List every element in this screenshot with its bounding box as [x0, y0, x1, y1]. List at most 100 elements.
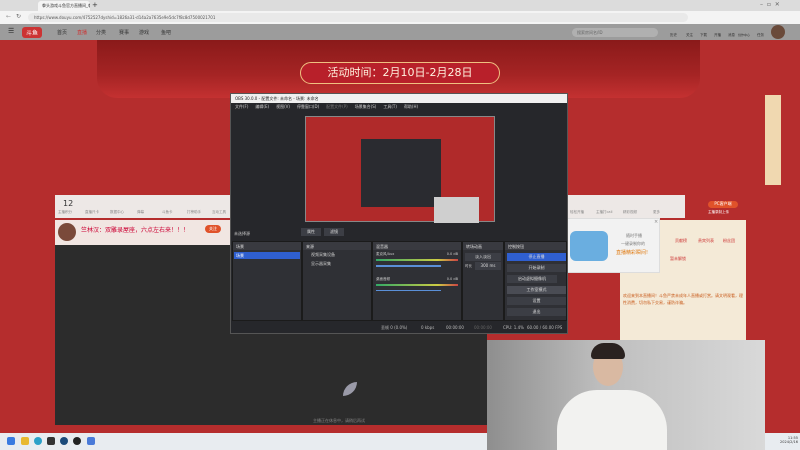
back-icon[interactable]: ← — [6, 13, 11, 20]
header-history[interactable]: 历史 — [670, 33, 677, 38]
duration-input[interactable]: 300 ms — [475, 262, 501, 270]
side-tab[interactable]: 粉丝团 — [723, 238, 735, 244]
header-download[interactable]: 下载 — [700, 33, 707, 38]
transition-select[interactable]: 淡入淡出 — [465, 253, 501, 261]
toolbar-item[interactable]: 精彩视频 — [623, 210, 637, 215]
menu-edit[interactable]: 编辑(E) — [255, 104, 269, 109]
menu-file[interactable]: 文件(F) — [235, 104, 248, 109]
status-rec-time: 00:00:00 — [474, 325, 492, 330]
douyu-header: ☰ 斗鱼 首页 直播 分类 赛事 游戏 鱼吧 历史 关注 下载 开播 消息 创作… — [0, 24, 800, 40]
menu-profile[interactable]: 配置文件(P) — [326, 104, 348, 109]
scene-item[interactable]: 场景 — [234, 252, 300, 259]
avatar[interactable] — [771, 25, 785, 39]
header-messages[interactable]: 消息 — [728, 33, 735, 38]
volume-slider[interactable] — [376, 289, 441, 291]
exit-button[interactable]: 退出 — [507, 308, 566, 316]
pc-client-sub: 主播录制上传 — [708, 210, 729, 214]
right-ad-strip[interactable] — [765, 95, 781, 185]
pc-client-button[interactable]: PC客户端 — [708, 201, 738, 208]
source-item[interactable]: 视频采集设备 — [303, 250, 371, 260]
offline-fish-icon — [343, 382, 357, 396]
obs-window: OBS 30.0.0 - 配置文件: 未命名 - 场景: 未命名 文件(F) 编辑… — [230, 93, 568, 334]
status-live-time: 00:00:00 — [446, 325, 464, 330]
system-tray[interactable]: 11:55 2024/2/16 — [765, 433, 800, 450]
controls-dock: 控制按钮 停止直播 开始录制 启动虚拟摄像机 工作室模式 设置 退出 — [504, 241, 567, 321]
header-tasks[interactable]: 任务 — [757, 33, 764, 38]
dock-title: 场景 — [233, 242, 301, 250]
menu-icon[interactable]: ☰ — [8, 27, 14, 35]
event-time: 活动时间：2月10日-2月28日 — [300, 62, 500, 84]
popup-highlight: 直播精彩瞬间! — [616, 250, 649, 256]
settings-button[interactable]: 设置 — [507, 297, 566, 305]
toolbar-item[interactable]: 直播尺卡 — [85, 210, 99, 215]
mixer-db: 0.0 dB — [446, 252, 458, 256]
close-icon[interactable]: × — [654, 219, 658, 225]
volume-meter — [376, 259, 458, 261]
menu-view[interactable]: 视图(V) — [276, 104, 290, 109]
virtual-camera-button[interactable]: 启动虚拟摄像机 — [507, 275, 557, 283]
menu-help[interactable]: 帮助(H) — [404, 104, 418, 109]
toolbar-item[interactable]: 轻松开播 — [570, 210, 584, 215]
dock-title: 来源 — [303, 242, 371, 250]
obs-icon[interactable] — [73, 437, 81, 445]
side-tab[interactable]: 贵宾列表 — [698, 238, 714, 244]
steam-icon[interactable] — [60, 437, 68, 445]
person-hair — [591, 343, 625, 359]
browser-tab[interactable]: 拳头游戏斗鱼官方直播间_拳头游戏 — [38, 1, 90, 11]
menu-scene-collection[interactable]: 场景集合(S) — [355, 104, 377, 109]
properties-button[interactable]: 属性 — [301, 228, 321, 236]
menu-tools[interactable]: 工具(T) — [383, 104, 397, 109]
source-item[interactable]: 显示器采集 — [303, 260, 371, 268]
toolbar-item[interactable]: 更多 — [653, 210, 660, 215]
obs-preview[interactable] — [305, 116, 495, 223]
start-recording-button[interactable]: 开始录制 — [507, 264, 566, 272]
start-icon[interactable] — [7, 437, 15, 445]
nav-esports[interactable]: 赛事 — [119, 29, 129, 36]
room-title: 竺林汉：双雕录屋座，六点左右来！！！ — [81, 227, 190, 234]
toolbar-item[interactable]: 斗鱼卡 — [162, 210, 173, 215]
streamer-avatar[interactable] — [58, 223, 76, 241]
obs-status-bar: 丢帧 0 (0.0%) 0 kbps 00:00:00 00:00:00 CPU… — [231, 322, 567, 332]
mixer-db: 0.0 dB — [446, 276, 458, 281]
toolbar-item[interactable]: 数据中心 — [110, 210, 124, 215]
nav-live[interactable]: 直播 — [77, 29, 87, 36]
toolbar-item[interactable]: 弹幕 — [137, 210, 144, 215]
toolbar-item[interactable]: 主播积分 — [58, 210, 72, 215]
toolbar-count: 12 — [63, 199, 74, 208]
edge-icon[interactable] — [34, 437, 42, 445]
toolbar-item[interactable]: 打榜助手 — [187, 210, 201, 215]
stop-streaming-button[interactable]: 停止直播 — [507, 253, 566, 261]
window-controls[interactable]: – ▫ ✕ — [760, 1, 780, 8]
obs-title: OBS 30.0.0 - 配置文件: 未命名 - 场景: 未命名 — [231, 94, 567, 103]
header-stream[interactable]: 开播 — [714, 33, 721, 38]
nav-fishbar[interactable]: 鱼吧 — [161, 29, 171, 36]
url-input[interactable]: https://www.douyu.com/4752527dyshid=1826… — [28, 13, 688, 22]
room-toolbar-right: 轻松开播 主播打call 精彩视频 更多 — [568, 195, 685, 218]
header-follow[interactable]: 关注 — [686, 33, 693, 38]
nav-category[interactable]: 分类 — [96, 29, 106, 36]
room-info: 竺林汉：双雕录屋座，六点左右来！！！ 关注 — [55, 220, 232, 245]
file-explorer-icon[interactable] — [21, 437, 29, 445]
nav-home[interactable]: 首页 — [57, 29, 67, 36]
header-creator[interactable]: 创作中心 — [738, 33, 750, 37]
mixer-channel-name: 麦克风/Aux — [376, 252, 395, 256]
filters-button[interactable]: 滤镜 — [324, 228, 344, 236]
menu-docks[interactable]: 停靠窗口(D) — [297, 104, 319, 109]
side-tab[interactable]: 贡献榜 — [675, 238, 687, 244]
search-input[interactable]: 搜索房间名/ID — [572, 28, 658, 37]
mixer-dock: 混音器 麦克风/Aux 0.0 dB 桌面音频 0.0 dB — [372, 241, 462, 321]
app-icon[interactable] — [47, 437, 55, 445]
new-tab-icon[interactable]: + — [92, 1, 98, 9]
room-toolbar: 12 主播积分 直播尺卡 数据中心 弹幕 斗鱼卡 打榜助手 互动工具 — [55, 195, 232, 218]
record-popup[interactable]: 随时手播 一键录制你的 直播精彩瞬间! × — [565, 218, 660, 273]
reload-icon[interactable]: ↻ — [16, 13, 21, 20]
douyu-logo[interactable]: 斗鱼 — [22, 27, 43, 38]
toolbar-item[interactable]: 互动工具 — [212, 210, 226, 215]
studio-mode-button[interactable]: 工作室模式 — [507, 286, 566, 294]
app-icon[interactable] — [87, 437, 95, 445]
nav-games[interactable]: 游戏 — [139, 29, 149, 36]
follow-button[interactable]: 关注 — [205, 225, 221, 233]
volume-slider[interactable] — [376, 265, 441, 267]
toolbar-item[interactable]: 主播打call — [596, 210, 613, 215]
clapperboard-icon — [570, 231, 608, 261]
